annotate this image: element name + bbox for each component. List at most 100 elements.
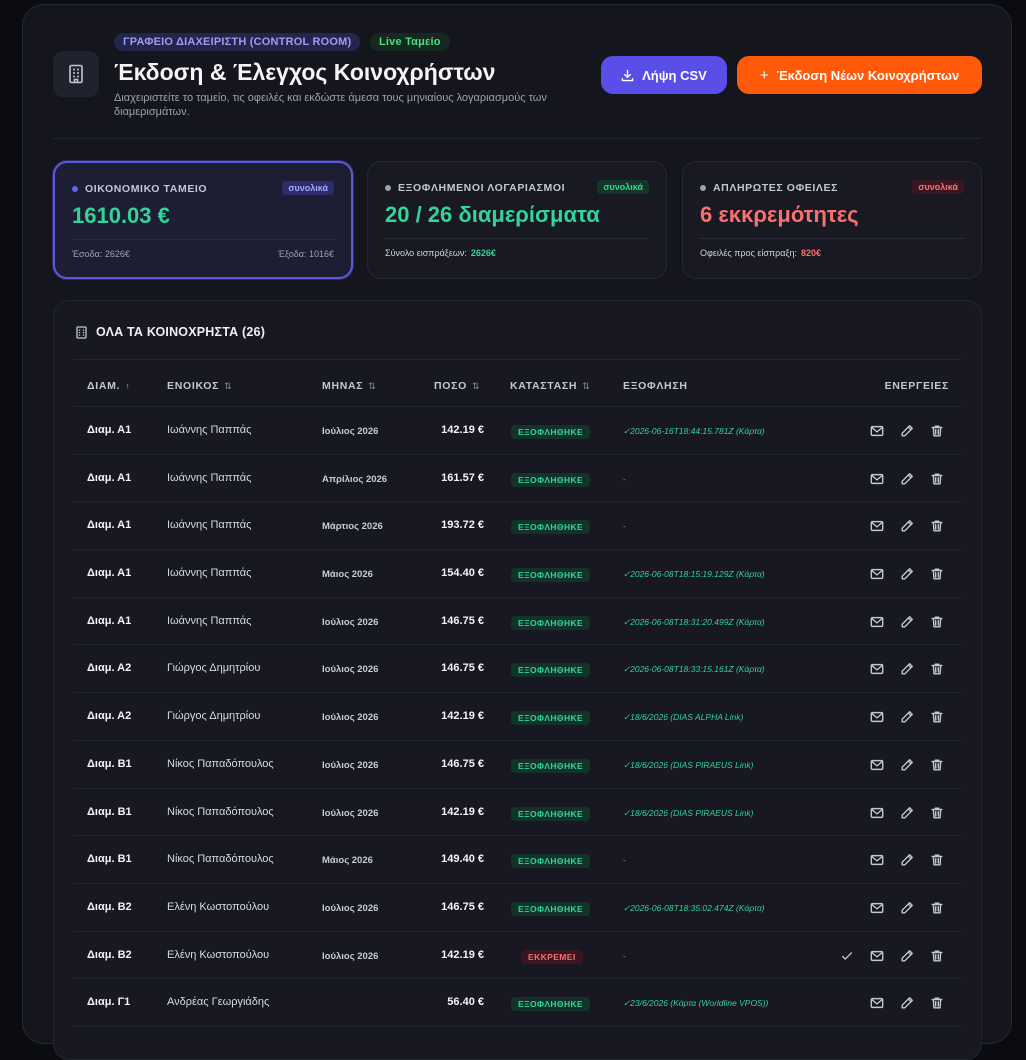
table-row: Διαμ. Α1 Ιωάννης Παππάς Μάιος 2026 154.40 €…	[74, 550, 961, 598]
trash-icon[interactable]	[929, 900, 945, 916]
cell-month: Ιούλιος 2026	[322, 426, 379, 437]
mail-icon[interactable]	[869, 900, 885, 916]
paid-card-footer: Σύνολο εισπράξεων: 2626€	[385, 248, 649, 258]
paid-value: 20 / 26 διαμερίσματα	[385, 202, 600, 227]
row-actions	[869, 518, 945, 534]
edit-icon[interactable]	[899, 852, 915, 868]
mail-icon[interactable]	[869, 709, 885, 725]
download-icon	[621, 69, 634, 81]
cell-apt: Διαμ. Α1	[87, 471, 132, 484]
cell-tenant: Νίκος Παπαδόπουλος	[167, 805, 274, 818]
trash-icon[interactable]	[929, 566, 945, 582]
mail-icon[interactable]	[869, 948, 885, 964]
divider	[385, 238, 649, 239]
mail-icon[interactable]	[869, 614, 885, 630]
status-badge: ΕΞΟΦΛΗΘΗΚΕ	[511, 806, 591, 821]
mail-icon[interactable]	[869, 471, 885, 487]
col-month-label: ΜΗΝΑΣ	[322, 380, 364, 392]
cell-month: Ιούλιος 2026	[322, 616, 379, 628]
trash-icon[interactable]	[929, 471, 945, 487]
col-payment: ΕΞΟΦΛΗΣΗ	[623, 380, 688, 392]
mail-icon[interactable]	[869, 423, 885, 439]
trash-icon[interactable]	[929, 757, 945, 773]
trash-icon[interactable]	[929, 995, 945, 1011]
row-actions	[869, 471, 945, 487]
mark-paid-icon[interactable]	[839, 948, 855, 964]
edit-icon[interactable]	[899, 423, 915, 439]
issue-new-bills-button[interactable]: + Έκδοση Νέων Κοινοχρήστων	[737, 56, 982, 94]
col-amount[interactable]: ΠΟΣΟ ⇅	[434, 380, 480, 392]
unpaid-card-footer: Οφειλές προς είσπραξη: 820€	[700, 248, 964, 258]
edit-icon[interactable]	[899, 709, 915, 725]
page-header: ΓΡΑΦΕΙΟ ΔΙΑΧΕΙΡΙΣΤΗ (CONTROL ROOM) Live …	[53, 33, 982, 139]
mail-icon[interactable]	[869, 805, 885, 821]
bills-table-panel: ΟΛΑ ΤΑ ΚΟΙΝΟΧΡΗΣΤΑ (26) ΔΙΑΜ. ↑ ΕΝΟΙΚΟΣ ⇅ …	[53, 300, 982, 1060]
row-actions	[869, 995, 945, 1011]
row-actions	[869, 709, 945, 725]
edit-icon[interactable]	[899, 566, 915, 582]
edit-icon[interactable]	[899, 948, 915, 964]
unpaid-label-text: ΑΠΛΗΡΩΤΕΣ ΟΦΕΙΛΕΣ	[713, 182, 839, 194]
cell-tenant: Νίκος Παπαδόπουλος	[167, 853, 274, 866]
col-apt[interactable]: ΔΙΑΜ. ↑	[87, 380, 130, 392]
table-title-text: ΟΛΑ ΤΑ ΚΟΙΝΟΧΡΗΣΤΑ (26)	[96, 325, 266, 339]
trash-icon[interactable]	[929, 518, 945, 534]
col-status[interactable]: ΚΑΤΑΣΤΑΣΗ ⇅	[510, 380, 590, 392]
edit-icon[interactable]	[899, 518, 915, 534]
mail-icon[interactable]	[869, 566, 885, 582]
edit-icon[interactable]	[899, 900, 915, 916]
status-badge: ΕΚΚΡΕΜΕΙ	[521, 949, 583, 964]
fund-card-footer: Έσοδα: 2626€ Έξοδα: 1016€	[72, 249, 334, 259]
unpaid-card-tag: συνολικά	[912, 180, 964, 194]
cell-month: Ιούλιος 2026	[322, 950, 379, 962]
issue-new-bills-label: Έκδοση Νέων Κοινοχρήστων	[776, 67, 960, 83]
sort-icon: ⇅	[368, 380, 377, 391]
mail-icon[interactable]	[869, 518, 885, 534]
trash-icon[interactable]	[929, 805, 945, 821]
cell-apt: Διαμ. Α1	[87, 614, 132, 627]
cell-month: Μάρτιος 2026	[322, 521, 383, 533]
row-actions	[869, 852, 945, 868]
mail-icon[interactable]	[869, 661, 885, 677]
trash-icon[interactable]	[929, 852, 945, 868]
col-tenant[interactable]: ΕΝΟΙΚΟΣ ⇅	[167, 380, 232, 392]
edit-icon[interactable]	[899, 995, 915, 1011]
edit-icon[interactable]	[899, 757, 915, 773]
cell-payment: ✓18/6/2026 (DIAS PIRAEUS Link)	[623, 759, 754, 770]
trash-icon[interactable]	[929, 709, 945, 725]
trash-icon[interactable]	[929, 423, 945, 439]
fund-card[interactable]: ΟΙΚΟΝΟΜΙΚΟ ΤΑΜΕΙΟ συνολικά 1610.03 € Έσο…	[53, 161, 353, 279]
cell-tenant: Ιωάννης Παππάς	[167, 424, 252, 436]
mail-icon[interactable]	[869, 995, 885, 1011]
row-actions	[869, 900, 945, 916]
trash-icon[interactable]	[929, 661, 945, 677]
col-status-label: ΚΑΤΑΣΤΑΣΗ	[510, 380, 578, 392]
download-csv-button[interactable]: Λήψη CSV	[601, 56, 727, 94]
table-row: Διαμ. Α1 Ιωάννης Παππάς Ιούλιος 2026 142.19…	[74, 407, 961, 455]
fund-card-label: ΟΙΚΟΝΟΜΙΚΟ ΤΑΜΕΙΟ	[72, 183, 207, 195]
mail-icon[interactable]	[869, 757, 885, 773]
row-actions	[869, 423, 945, 439]
trash-icon[interactable]	[929, 614, 945, 630]
fund-value: 1610.03 €	[72, 203, 170, 228]
table-row: Διαμ. Α2 Γιώργος Δημητρίου Ιούλιος 2026 142…	[74, 693, 961, 741]
cell-payment: ✓2026-06-08T18:33:15.161Z (Κάρτα)	[623, 664, 765, 675]
cell-month: Ιούλιος 2026	[322, 759, 379, 771]
edit-icon[interactable]	[899, 471, 915, 487]
dot-icon	[700, 185, 706, 191]
table-row: Διαμ. Β2 Ελένη Κωστοπούλου Ιούλιος 2026 146…	[74, 884, 961, 932]
paid-card[interactable]: ΕΞΟΦΛΗΜΕΝΟΙ ΛΟΓΑΡΙΑΣΜΟΙ συνολικά 20 / 26…	[367, 161, 667, 279]
status-badge: ΕΞΟΦΛΗΘΗΚΕ	[511, 520, 591, 535]
edit-icon[interactable]	[899, 661, 915, 677]
unpaid-card[interactable]: ΑΠΛΗΡΩΤΕΣ ΟΦΕΙΛΕΣ συνολικά 6 εκκρεμότητε…	[682, 161, 982, 279]
cell-tenant: Ιωάννης Παππάς	[167, 471, 252, 484]
col-month[interactable]: ΜΗΝΑΣ ⇅	[322, 380, 377, 392]
trash-icon[interactable]	[929, 948, 945, 964]
fund-expenses: Έξοδα: 1016€	[277, 249, 334, 259]
unpaid-card-label: ΑΠΛΗΡΩΤΕΣ ΟΦΕΙΛΕΣ	[700, 182, 838, 194]
edit-icon[interactable]	[899, 805, 915, 821]
cell-amount: 56.40 €	[447, 996, 484, 1009]
cell-amount: 146.75 €	[441, 662, 484, 675]
mail-icon[interactable]	[869, 852, 885, 868]
edit-icon[interactable]	[899, 614, 915, 630]
